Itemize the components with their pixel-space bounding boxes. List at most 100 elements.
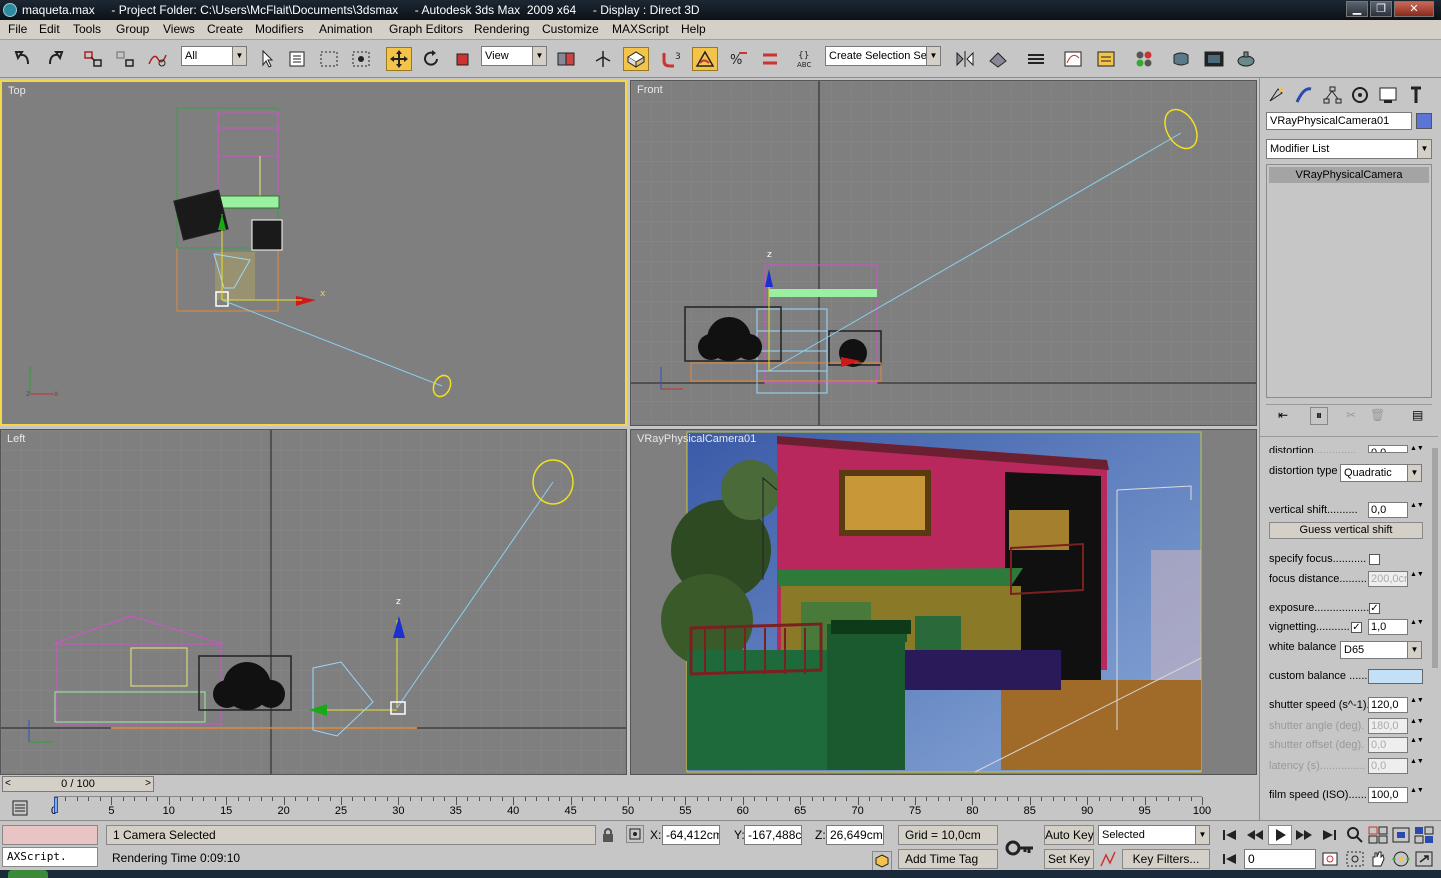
vignetting-spinner-arrows[interactable]: ▲▼ [1410, 619, 1424, 635]
lock-selection-icon[interactable] [600, 827, 616, 843]
specify-focus-checkbox[interactable] [1369, 554, 1380, 565]
display-tab-icon[interactable] [1375, 82, 1401, 108]
viewport-top[interactable]: x y x z Top [0, 80, 627, 426]
select-object-icon[interactable] [254, 47, 280, 71]
viewport-label-camera[interactable]: VRayPhysicalCamera01 [637, 433, 756, 445]
motion-tab-icon[interactable] [1347, 82, 1373, 108]
modifier-list-dropdown[interactable]: Modifier List ▼ [1266, 139, 1432, 159]
select-and-manipulate-icon[interactable] [590, 47, 616, 71]
auto-key-button[interactable]: Auto Key [1044, 825, 1094, 845]
schematic-view-icon[interactable] [1093, 47, 1119, 71]
rendered-frame-window-icon[interactable] [1201, 47, 1227, 71]
chevron-left-icon[interactable]: < [5, 777, 11, 791]
viewport-label-front[interactable]: Front [637, 84, 663, 96]
field-of-view-icon[interactable] [1344, 849, 1366, 869]
distortion-spinner[interactable]: 0,0 [1368, 445, 1408, 453]
menu-views[interactable]: Views [163, 22, 195, 36]
align-icon[interactable] [985, 47, 1011, 71]
menu-maxscript[interactable]: MAXScript [612, 22, 669, 36]
previous-frame-icon[interactable] [1243, 825, 1267, 845]
viewport-camera[interactable]: VRayPhysicalCamera01 [630, 429, 1257, 775]
select-by-name-icon[interactable] [284, 47, 310, 71]
selection-filter-dropdown[interactable]: All ▼ [181, 46, 247, 66]
menu-edit[interactable]: Edit [39, 22, 60, 36]
film-speed-spinner[interactable]: 100,0 [1368, 787, 1408, 803]
vertical-shift-spinner[interactable]: 0,0 [1368, 502, 1408, 518]
go-to-start-icon[interactable] [1218, 825, 1242, 845]
named-selection-set-dropdown[interactable]: Create Selection Set ▼ [825, 46, 941, 66]
select-and-scale-icon[interactable] [450, 47, 476, 71]
x-coordinate-field[interactable]: -64,412cm [662, 825, 720, 845]
reference-coordinate-dropdown[interactable]: View ▼ [481, 46, 547, 66]
object-color-swatch[interactable] [1416, 113, 1432, 129]
shutter-angle-spinner[interactable]: 180,0 [1368, 718, 1408, 734]
menu-customize[interactable]: Customize [542, 22, 599, 36]
select-and-rotate-icon[interactable] [418, 47, 444, 71]
absolute-mode-transform-icon[interactable] [626, 825, 644, 843]
menu-group[interactable]: Group [116, 22, 149, 36]
material-editor-icon[interactable] [1131, 47, 1157, 71]
configure-modifier-sets-icon[interactable]: ▤ [1412, 408, 1423, 422]
current-frame-field[interactable]: 0 [1244, 849, 1316, 869]
shutter-offset-spinner-arrows[interactable]: ▲▼ [1410, 737, 1424, 753]
rectangular-selection-icon[interactable] [316, 47, 342, 71]
menu-tools[interactable]: Tools [73, 22, 101, 36]
make-unique-icon[interactable]: ✂ [1346, 408, 1356, 422]
modifier-stack-item[interactable]: VRayPhysicalCamera [1269, 167, 1429, 183]
menu-create[interactable]: Create [207, 22, 243, 36]
keyboard-shortcut-override-icon[interactable] [623, 47, 649, 71]
curve-editor-icon[interactable] [1060, 47, 1086, 71]
default-in-out-tangent-icon[interactable] [1098, 849, 1118, 869]
set-key-button[interactable]: Set Key [1044, 849, 1094, 869]
key-mode-toggle-icon[interactable] [1218, 849, 1242, 869]
modify-tab-icon[interactable] [1291, 82, 1317, 108]
object-name-field[interactable]: VRayPhysicalCamera01 [1266, 112, 1412, 130]
next-frame-icon[interactable] [1292, 825, 1316, 845]
pin-stack-icon[interactable]: ⇤ [1278, 408, 1288, 422]
set-keys-key-icon[interactable] [1004, 833, 1036, 863]
menu-modifiers[interactable]: Modifiers [255, 22, 304, 36]
zoom-all-icon[interactable] [1367, 825, 1389, 845]
latency-spinner-arrows[interactable]: ▲▼ [1410, 758, 1424, 774]
timeline-ruler[interactable]: 0510152025303540455055606570758085909510… [51, 796, 1211, 820]
orbit-icon[interactable] [1390, 849, 1412, 869]
latency-spinner[interactable]: 0,0 [1368, 758, 1408, 774]
z-coordinate-field[interactable]: 26,649cm [826, 825, 884, 845]
maxscript-listener-pink[interactable] [2, 825, 98, 845]
key-mode-dropdown[interactable]: Selected ▼ [1098, 825, 1210, 845]
vignetting-checkbox[interactable]: ✓ [1351, 622, 1362, 633]
mirror-icon[interactable] [952, 47, 978, 71]
zoom-icon[interactable] [1344, 825, 1366, 845]
exposure-checkbox[interactable]: ✓ [1369, 603, 1380, 614]
hierarchy-tab-icon[interactable] [1319, 82, 1345, 108]
zoom-extents-icon[interactable] [1390, 825, 1412, 845]
layer-manager-icon[interactable] [1023, 47, 1049, 71]
minimize-button[interactable]: ▁ [1346, 1, 1368, 17]
maximize-button[interactable]: ❐ [1370, 1, 1392, 17]
viewport-label-left[interactable]: Left [7, 433, 25, 445]
play-animation-icon[interactable] [1268, 825, 1292, 845]
window-crossing-icon[interactable] [348, 47, 374, 71]
key-filters-button[interactable]: Key Filters... [1122, 849, 1210, 869]
open-mini-curve-editor-icon[interactable] [8, 798, 34, 818]
render-production-icon[interactable] [1233, 47, 1259, 71]
3dsmax-app-icon[interactable] [3, 3, 17, 17]
time-slider[interactable]: < 0 / 100 > [2, 776, 154, 792]
y-coordinate-field[interactable]: -167,488cr [744, 825, 802, 845]
close-button[interactable]: ✕ [1394, 1, 1434, 17]
zoom-extents-all-icon[interactable] [1413, 825, 1435, 845]
redo-icon[interactable] [42, 47, 68, 71]
vertical-shift-spinner-arrows[interactable]: ▲▼ [1410, 502, 1424, 518]
render-setup-icon[interactable] [1168, 47, 1194, 71]
maxscript-listener-field[interactable]: AXScript. [2, 847, 98, 867]
bind-to-space-warp-icon[interactable] [144, 47, 170, 71]
maximize-viewport-toggle-icon[interactable] [1413, 849, 1435, 869]
shutter-angle-spinner-arrows[interactable]: ▲▼ [1410, 718, 1424, 734]
menu-rendering[interactable]: Rendering [474, 22, 529, 36]
edit-named-selection-icon[interactable]: {} ABC [793, 47, 819, 71]
unlink-selection-icon[interactable] [112, 47, 138, 71]
spinner-snap-toggle-icon[interactable] [757, 47, 783, 71]
pivot-center-icon[interactable] [553, 47, 579, 71]
shutter-speed-spinner-arrows[interactable]: ▲▼ [1410, 697, 1424, 713]
angle-snap-toggle-icon[interactable] [692, 47, 718, 71]
